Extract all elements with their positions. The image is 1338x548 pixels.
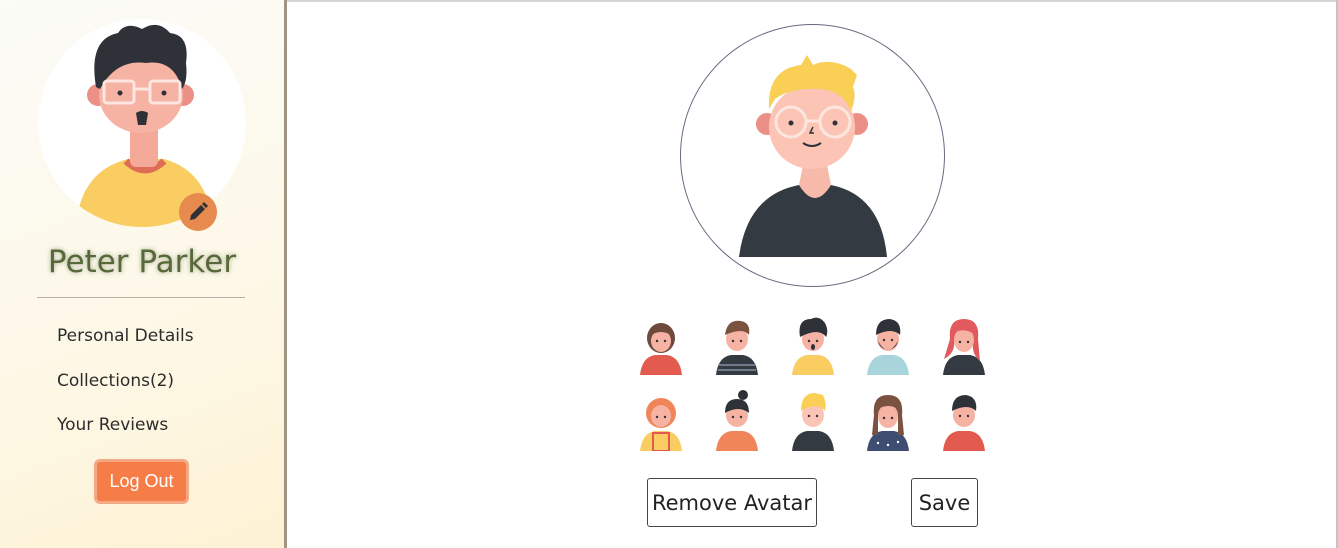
sidebar-item-collections[interactable]: Collections(2) (57, 367, 194, 412)
selected-avatar-image (739, 55, 887, 257)
avatar-option-10[interactable] (940, 389, 988, 451)
avatar-option-7[interactable] (713, 389, 761, 451)
remove-avatar-button[interactable]: Remove Avatar (647, 478, 817, 527)
avatar-option-6[interactable] (637, 389, 685, 452)
sidebar-border (284, 0, 287, 548)
avatar-option-6-image (640, 398, 682, 452)
avatar-option-8[interactable] (789, 389, 837, 451)
avatar-option-2-image (716, 320, 758, 375)
avatar-option-2[interactable] (713, 313, 761, 375)
pencil-icon (190, 202, 208, 220)
avatar-option-3[interactable] (789, 313, 837, 375)
avatar-option-5-image (943, 319, 985, 375)
avatar-option-8-image (792, 393, 834, 451)
user-name: Peter Parker (47, 244, 237, 280)
save-button[interactable]: Save (911, 478, 978, 527)
avatar-option-9-image (867, 395, 909, 451)
avatar-option-5[interactable] (940, 313, 988, 375)
avatar-option-4[interactable] (864, 313, 912, 375)
avatar-option-9[interactable] (864, 389, 912, 451)
selected-avatar-preview (680, 24, 945, 287)
profile-avatar-image (76, 24, 214, 227)
profile-avatar (38, 19, 246, 227)
profile-sidebar: Peter Parker Personal Details Collection… (0, 0, 284, 548)
logout-button[interactable]: Log Out (94, 459, 189, 504)
sidebar-divider (37, 297, 245, 298)
edit-avatar-button[interactable] (179, 193, 217, 231)
avatar-option-4-image (867, 319, 909, 375)
sidebar-item-your-reviews[interactable]: Your Reviews (57, 411, 194, 456)
avatar-option-1[interactable] (637, 313, 685, 375)
avatar-option-1-image (640, 323, 682, 375)
avatar-option-3-image (792, 317, 834, 375)
sidebar-item-personal-details[interactable]: Personal Details (57, 322, 194, 367)
avatar-option-10-image (943, 395, 985, 451)
sidebar-nav: Personal Details Collections(2) Your Rev… (57, 322, 194, 456)
avatar-option-7-image (716, 390, 758, 451)
top-border (287, 0, 1338, 2)
